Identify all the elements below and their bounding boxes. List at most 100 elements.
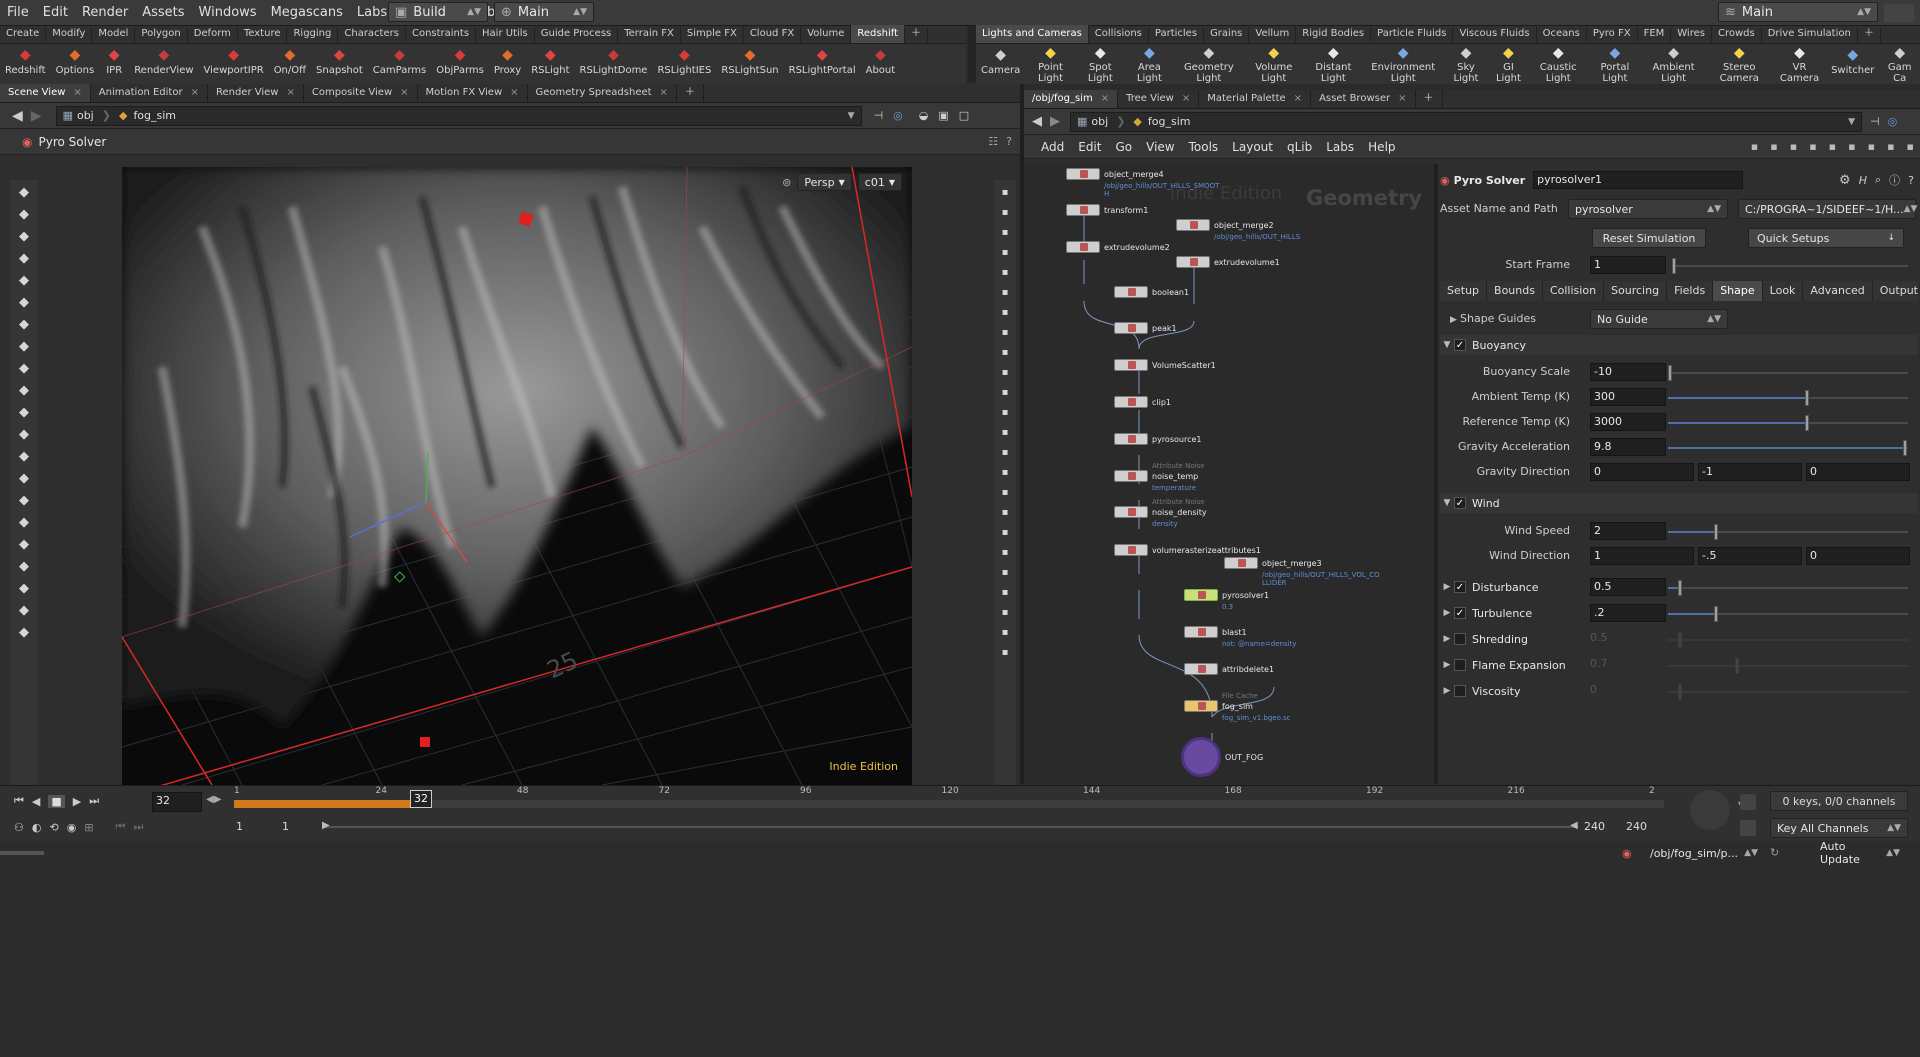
network-node-transform1[interactable]: transform1 bbox=[1066, 204, 1148, 216]
bbox-icon[interactable]: ▪ bbox=[997, 544, 1013, 560]
pane-tab-tree-view[interactable]: Tree View × bbox=[1118, 90, 1200, 108]
tool-rslightsun[interactable]: ◆ RSLightSun bbox=[716, 44, 783, 84]
pane-tab-composite-view[interactable]: Composite View × bbox=[304, 84, 418, 102]
path-obj[interactable]: obj bbox=[77, 109, 94, 122]
range-end[interactable]: 240 bbox=[1626, 820, 1666, 833]
shelf-tab-particles[interactable]: Particles bbox=[1149, 25, 1205, 43]
close-icon[interactable]: × bbox=[1182, 93, 1190, 104]
hda-icon[interactable]: H bbox=[1859, 174, 1867, 187]
tool-ipr[interactable]: ◆ IPR bbox=[99, 44, 129, 84]
back-icon[interactable]: ◀ bbox=[12, 108, 23, 124]
network-node-extrudevolume2[interactable]: extrudevolume2 bbox=[1066, 241, 1170, 253]
path-dropdown-icon[interactable]: ▼ bbox=[848, 111, 855, 121]
step-back-icon[interactable]: ◀ bbox=[32, 795, 40, 808]
maximize-icon[interactable]: □ bbox=[959, 109, 969, 122]
select-tool-icon[interactable]: ◆ bbox=[14, 248, 34, 268]
grid-icon[interactable]: ▪ bbox=[997, 364, 1013, 380]
path-node[interactable]: fog_sim bbox=[133, 109, 176, 122]
enable-checkbox[interactable]: ✓ bbox=[1454, 497, 1466, 509]
param-tab-output[interactable]: Output bbox=[1873, 281, 1920, 301]
camera2-tool-icon[interactable]: ◆ bbox=[14, 490, 34, 510]
range-start-handle[interactable]: ▶ bbox=[322, 820, 330, 831]
tool-distant-light[interactable]: ◆ Distant Light bbox=[1304, 44, 1363, 84]
brush-icon[interactable]: ▪ bbox=[997, 504, 1013, 520]
network-node-volumescatter1[interactable]: VolumeScatter1 bbox=[1114, 359, 1216, 371]
pin-icon[interactable]: ⊣ bbox=[1870, 115, 1880, 128]
handle-tool-icon[interactable]: ◆ bbox=[14, 226, 34, 246]
network-node-noise-temp[interactable]: noise_temp bbox=[1114, 470, 1198, 482]
pencil-icon[interactable]: ▪ bbox=[997, 444, 1013, 460]
tool-ambient-light[interactable]: ◆ Ambient Light bbox=[1642, 44, 1706, 84]
close-icon[interactable]: × bbox=[660, 87, 668, 98]
flip-tool-icon[interactable]: ◆ bbox=[14, 534, 34, 554]
menu-file[interactable]: File bbox=[0, 0, 36, 26]
snap-tool-icon[interactable]: ◆ bbox=[14, 424, 34, 444]
snapshot-tool-icon[interactable]: ◆ bbox=[14, 556, 34, 576]
camview-icon[interactable]: ▪ bbox=[997, 584, 1013, 600]
close-icon[interactable]: × bbox=[1101, 93, 1109, 104]
expand-icon[interactable]: ▶ bbox=[1440, 634, 1454, 644]
shelf-tab-modify[interactable]: Modify bbox=[46, 25, 93, 43]
pane-tab-motion-fx-view[interactable]: Motion FX View × bbox=[418, 84, 528, 102]
param-field[interactable]: .2 bbox=[1590, 604, 1666, 622]
enable-checkbox[interactable]: ✓ bbox=[1454, 581, 1466, 593]
ruler-icon[interactable]: ▪ bbox=[997, 464, 1013, 480]
playback-end[interactable]: 240 bbox=[1584, 820, 1624, 833]
net-menu-layout[interactable]: Layout bbox=[1232, 140, 1273, 154]
cube-icon[interactable]: ▪ bbox=[997, 524, 1013, 540]
audio-icon[interactable]: ◐ bbox=[32, 821, 42, 834]
shelf-tab-viscous-fluids[interactable]: Viscous Fluids bbox=[1453, 25, 1537, 43]
node-box[interactable] bbox=[1114, 470, 1148, 482]
tool-area-light[interactable]: ◆ Area Light bbox=[1125, 44, 1174, 84]
snapshot-icon[interactable]: ◒ bbox=[919, 109, 929, 122]
tool-redshift[interactable]: ◆ Redshift bbox=[0, 44, 51, 84]
camera-icon[interactable]: ▪ bbox=[1907, 140, 1914, 153]
net-menu-qlib[interactable]: qLib bbox=[1287, 140, 1312, 154]
perspective-icon[interactable]: ▪ bbox=[997, 564, 1013, 580]
path-obj[interactable]: obj bbox=[1091, 115, 1108, 128]
shelf-tab-particle-fluids[interactable]: Particle Fluids bbox=[1371, 25, 1454, 43]
node-box[interactable] bbox=[1224, 557, 1258, 569]
network-node-extrudevolume1[interactable]: extrudevolume1 bbox=[1176, 256, 1280, 268]
network-dropdown[interactable]: ⊕ Main ▲▼ bbox=[494, 2, 594, 22]
tool-objparms[interactable]: ◆ ObjParms bbox=[431, 44, 489, 84]
ghost-icon[interactable]: ▪ bbox=[997, 264, 1013, 280]
tool-viewportipr[interactable]: ◆ ViewportIPR bbox=[199, 44, 269, 84]
node-box[interactable] bbox=[1114, 433, 1148, 445]
menu-megascans[interactable]: Megascans bbox=[264, 0, 350, 26]
network-node-out-fog[interactable]: OUT_FOG bbox=[1181, 737, 1263, 777]
enable-checkbox[interactable]: ✓ bbox=[1454, 339, 1466, 351]
node-box[interactable] bbox=[1114, 506, 1148, 518]
shelf-tab-grains[interactable]: Grains bbox=[1204, 25, 1250, 43]
expand-icon[interactable]: ▶ bbox=[1450, 315, 1457, 325]
auto-update-dropdown[interactable]: Auto Update ▲▼ bbox=[1786, 840, 1906, 866]
param-tab-setup[interactable]: Setup bbox=[1440, 281, 1488, 301]
play-icon[interactable]: ▶ bbox=[73, 795, 81, 808]
tool-gam-ca[interactable]: ◆ Gam Ca bbox=[1879, 44, 1920, 84]
display-tool-icon[interactable]: ◆ bbox=[14, 578, 34, 598]
node-box[interactable] bbox=[1184, 700, 1218, 712]
net-menu-tools[interactable]: Tools bbox=[1189, 140, 1219, 154]
expand-icon[interactable]: ▶ bbox=[1440, 660, 1454, 670]
help-icon[interactable]: ? bbox=[1006, 135, 1012, 148]
node-box[interactable] bbox=[1066, 168, 1100, 180]
node-box[interactable] bbox=[1114, 322, 1148, 334]
disp-tool-icon[interactable]: ◆ bbox=[14, 622, 34, 642]
vector-field-z[interactable]: 0 bbox=[1806, 463, 1910, 481]
close-icon[interactable]: × bbox=[1294, 93, 1302, 104]
menu-assets[interactable]: Assets bbox=[135, 0, 191, 26]
node-box[interactable] bbox=[1114, 544, 1148, 556]
vector-field-z[interactable]: 0 bbox=[1806, 547, 1910, 565]
help-icon[interactable]: ? bbox=[1908, 174, 1914, 187]
collapse-icon[interactable]: ▼ bbox=[1440, 498, 1454, 508]
shelf-tab-guide-process[interactable]: Guide Process bbox=[535, 25, 619, 43]
tree-icon[interactable]: ▪ bbox=[1809, 140, 1816, 153]
tool-rslightdome[interactable]: ◆ RSLightDome bbox=[575, 44, 653, 84]
info-icon[interactable]: ▪ bbox=[997, 624, 1013, 640]
frame-step-icon[interactable]: ◀▶ bbox=[206, 794, 221, 805]
network-node-attribdelete1[interactable]: attribdelete1 bbox=[1184, 663, 1274, 675]
shadow-icon[interactable]: ▪ bbox=[997, 604, 1013, 620]
node-box[interactable] bbox=[1066, 204, 1100, 216]
net-menu-edit[interactable]: Edit bbox=[1078, 140, 1101, 154]
network-editor[interactable]: Indie Edition Geometry object_merge4/obj… bbox=[1024, 164, 1434, 784]
